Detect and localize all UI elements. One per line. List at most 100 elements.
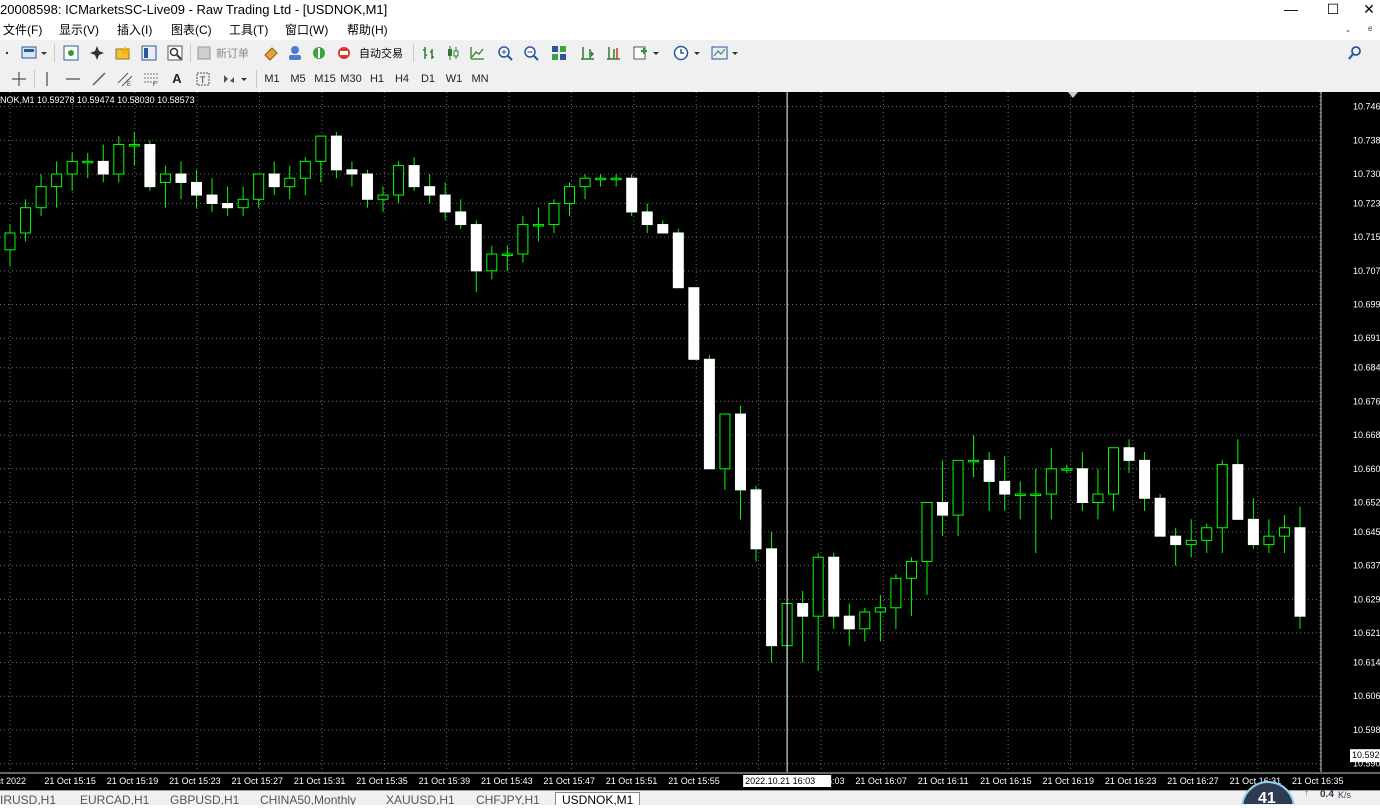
- candle-bear: [766, 548, 778, 647]
- timeframe-d1[interactable]: D1: [417, 69, 439, 89]
- navigator-icon[interactable]: [86, 43, 108, 63]
- candle-bull: [610, 177, 622, 181]
- candle-bear: [983, 459, 995, 482]
- candle-bull: [486, 253, 498, 272]
- x-tick-label: 21 Oct 15:19: [107, 776, 159, 786]
- candle-bear: [1170, 535, 1182, 546]
- tab-chfjpy-h1[interactable]: CHFJPY,H1: [476, 793, 540, 805]
- menu-window[interactable]: 窗口(W): [285, 20, 328, 40]
- tab-irusd-h1[interactable]: IRUSD,H1: [0, 793, 56, 805]
- timeframe-mn[interactable]: MN: [468, 69, 492, 89]
- text-label-icon[interactable]: T: [192, 69, 214, 89]
- search-icon[interactable]: [1344, 43, 1366, 63]
- candle-bull: [548, 202, 560, 226]
- y-tick-label: 10.614: [1353, 658, 1380, 668]
- line-studies-toolbar: E F A T M1 M5 M15 M30 H1 H4 D1 W1 MN: [0, 66, 1380, 93]
- mdi-restore-button[interactable]: ᵉ: [1368, 20, 1372, 40]
- arrows-icon[interactable]: [218, 69, 252, 89]
- equidistant-channel-icon[interactable]: E: [114, 69, 136, 89]
- favorites-icon[interactable]: [112, 43, 134, 63]
- tab-usdnok-m1[interactable]: USDNOK,M1: [555, 792, 641, 805]
- tab-eurcad-h1[interactable]: EURCAD,H1: [80, 793, 149, 805]
- candle-bull: [1278, 527, 1290, 537]
- candle-bear: [657, 224, 669, 234]
- market-watch-icon[interactable]: [60, 43, 82, 63]
- vertical-line-icon[interactable]: [38, 69, 56, 89]
- line-chart-icon[interactable]: [466, 43, 488, 63]
- tab-china50-monthly[interactable]: CHINA50,Monthly: [260, 793, 356, 805]
- tile-windows-icon[interactable]: [548, 43, 570, 63]
- autoscroll-icon[interactable]: [576, 43, 598, 63]
- templates-icon[interactable]: [708, 43, 744, 63]
- timeframe-m15[interactable]: M15: [312, 69, 338, 89]
- candle-bear: [439, 194, 451, 213]
- candlestick-icon[interactable]: [442, 43, 464, 63]
- candle-bull: [1201, 527, 1213, 541]
- candle-bear: [1139, 459, 1151, 499]
- candle-bear: [937, 501, 949, 516]
- current-price-label: 10.592: [1352, 750, 1380, 760]
- timeframe-m30[interactable]: M30: [338, 69, 364, 89]
- signals-icon[interactable]: [308, 43, 330, 63]
- data-window-icon[interactable]: [138, 43, 160, 63]
- chart-window[interactable]: 10.746 10.738 10.730 10.723 10.715 10.707 10.6…: [0, 92, 1380, 790]
- x-tick-label: 21 Oct 16:07: [855, 776, 907, 786]
- minimize-button[interactable]: —: [1268, 0, 1314, 20]
- candle-bull: [1045, 468, 1057, 495]
- text-tool-button[interactable]: A: [166, 69, 188, 89]
- horizontal-line-icon[interactable]: [62, 69, 84, 89]
- timeframe-w1[interactable]: W1: [443, 69, 465, 89]
- zoom-in-icon[interactable]: [494, 43, 516, 63]
- indicators-icon[interactable]: [630, 43, 664, 63]
- chart-shift-icon[interactable]: [602, 43, 624, 63]
- chart-tabs: IRUSD,H1 EURCAD,H1 GBPUSD,H1 CHINA50,Mon…: [0, 790, 1380, 805]
- mdi-minimize-button[interactable]: -: [1346, 20, 1350, 40]
- candle-bull: [1061, 468, 1073, 471]
- price-chart[interactable]: 10.746 10.738 10.730 10.723 10.715 10.707 10.6…: [0, 92, 1380, 790]
- menu-tools[interactable]: 工具(T): [229, 20, 268, 40]
- new-chart-icon[interactable]: [18, 43, 50, 63]
- account-icon[interactable]: [284, 43, 306, 63]
- candle-bull: [719, 413, 731, 470]
- candle-bear: [1123, 447, 1135, 461]
- new-order-button[interactable]: 新订单: [195, 43, 257, 63]
- zoom-out-icon[interactable]: [520, 43, 542, 63]
- bar-chart-icon[interactable]: [418, 43, 440, 63]
- candle-bull: [159, 173, 171, 183]
- timeframe-m1[interactable]: M1: [261, 69, 283, 89]
- strategy-tester-icon[interactable]: [164, 43, 186, 63]
- candle-bear: [206, 194, 218, 204]
- crosshair-icon[interactable]: [8, 69, 30, 89]
- tab-xauusd-h1[interactable]: XAUUSD,H1: [386, 793, 455, 805]
- candle-bull: [253, 173, 265, 200]
- trendline-icon[interactable]: [88, 69, 110, 89]
- candle-bear: [1247, 518, 1259, 546]
- menu-help[interactable]: 帮助(H): [347, 20, 388, 40]
- menu-file[interactable]: 文件(F): [3, 20, 42, 40]
- periods-icon[interactable]: [670, 43, 706, 63]
- menu-insert[interactable]: 插入(I): [117, 20, 152, 40]
- candle-bear: [470, 224, 482, 272]
- svg-text:T: T: [200, 75, 206, 85]
- auto-trading-button[interactable]: 自动交易: [334, 43, 410, 63]
- fibonacci-icon[interactable]: F: [140, 69, 162, 89]
- candle-bear: [797, 603, 809, 617]
- metaeditor-icon[interactable]: [260, 43, 282, 63]
- candle-bear: [361, 173, 373, 200]
- candle-bull: [299, 160, 311, 179]
- close-button[interactable]: ✕: [1346, 0, 1380, 20]
- y-tick-label: 10.723: [1353, 198, 1380, 208]
- menu-charts[interactable]: 图表(C): [171, 20, 212, 40]
- candle-bull: [921, 501, 933, 562]
- timeframe-h1[interactable]: H1: [366, 69, 388, 89]
- candle-bear: [688, 287, 700, 360]
- candle-bear: [268, 173, 280, 188]
- x-tick-label: 21 Oct 16:19: [1042, 776, 1094, 786]
- timeframe-h4[interactable]: H4: [391, 69, 413, 89]
- y-tick-label: 10.637: [1353, 561, 1380, 571]
- tab-gbpusd-h1[interactable]: GBPUSD,H1: [170, 793, 239, 805]
- x-tick-label: 21 Oct 15:47: [543, 776, 595, 786]
- timeframe-m5[interactable]: M5: [287, 69, 309, 89]
- menu-view[interactable]: 显示(V): [59, 20, 99, 40]
- network-unit: K/s: [1338, 790, 1352, 800]
